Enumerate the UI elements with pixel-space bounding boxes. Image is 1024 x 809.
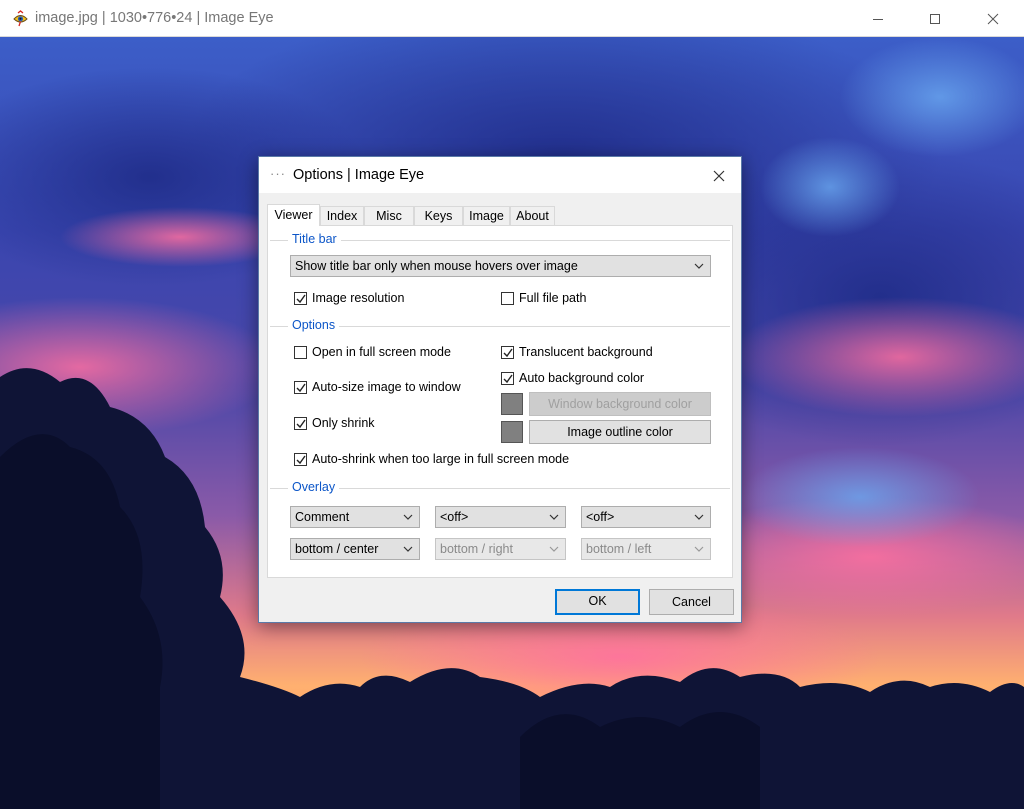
close-window-button[interactable] — [970, 0, 1016, 37]
window-titlebar: image.jpg | 1030•776•24 | Image Eye — [0, 0, 1024, 37]
chevron-down-icon — [549, 546, 559, 552]
window-background-color-swatch — [501, 393, 523, 415]
overlay-position-1-value: bottom / center — [295, 542, 379, 556]
tab-index[interactable]: Index — [320, 206, 364, 225]
viewer-panel: Title bar Show title bar only when mouse… — [267, 225, 733, 578]
overlay-position-2-value: bottom / right — [440, 542, 513, 556]
full-file-path-label: Full file path — [519, 291, 587, 305]
maximize-icon — [930, 13, 940, 24]
dialog-title: Options | Image Eye — [293, 167, 425, 183]
tab-misc[interactable]: Misc — [364, 206, 414, 225]
chevron-down-icon — [694, 263, 704, 269]
tab-image[interactable]: Image — [463, 206, 510, 225]
overlay-field-2-value: <off> — [440, 510, 469, 524]
checkbox-box — [294, 346, 307, 359]
window-background-color-button[interactable]: Window background color — [529, 392, 711, 416]
maximize-button[interactable] — [912, 0, 958, 37]
only-shrink-label: Only shrink — [312, 416, 375, 430]
checkmark-icon — [296, 455, 306, 465]
titlebar-mode-value: Show title bar only when mouse hovers ov… — [295, 259, 578, 273]
checkbox-box — [294, 292, 307, 305]
group-title-titlebar: Title bar — [288, 232, 341, 246]
overlay-field-1-value: Comment — [295, 510, 350, 524]
chevron-down-icon — [694, 546, 704, 552]
checkbox-box — [294, 417, 307, 430]
auto-shrink-full-screen-label: Auto-shrink when too large in full scree… — [312, 452, 570, 466]
checkmark-icon — [296, 294, 306, 304]
chevron-down-icon — [694, 514, 704, 520]
overlay-position-3-select[interactable]: bottom / left — [581, 538, 711, 560]
overlay-field-1-select[interactable]: Comment — [290, 506, 420, 528]
dialog-close-button[interactable] — [703, 163, 735, 189]
checkmark-icon — [296, 419, 306, 429]
tab-about[interactable]: About — [510, 206, 555, 225]
group-title-overlay: Overlay — [288, 480, 340, 494]
checkbox-box — [501, 292, 514, 305]
tab-viewer[interactable]: Viewer — [267, 204, 320, 226]
checkbox-box — [294, 381, 307, 394]
chevron-down-icon — [403, 546, 413, 552]
group-title-options: Options — [288, 318, 340, 332]
overlay-position-3-value: bottom / left — [586, 542, 652, 556]
chevron-down-icon — [403, 514, 413, 520]
checkmark-icon — [296, 383, 306, 393]
checkmark-icon — [503, 374, 513, 384]
chevron-down-icon — [549, 514, 559, 520]
minimize-icon — [873, 18, 883, 20]
auto-size-label: Auto-size image to window — [312, 380, 461, 394]
cancel-button[interactable]: Cancel — [649, 589, 734, 615]
ok-button[interactable]: OK — [555, 589, 640, 615]
checkbox-box — [294, 453, 307, 466]
close-icon — [987, 13, 999, 24]
dialog-titlebar[interactable]: ··· Options | Image Eye — [259, 157, 741, 193]
image-eye-icon — [13, 10, 28, 27]
checkbox-box — [501, 346, 514, 359]
image-resolution-label: Image resolution — [312, 291, 405, 305]
overlay-field-3-value: <off> — [586, 510, 615, 524]
checkbox-box — [501, 372, 514, 385]
titlebar-mode-select[interactable]: Show title bar only when mouse hovers ov… — [290, 255, 711, 277]
minimize-button[interactable] — [855, 0, 901, 37]
image-outline-color-swatch — [501, 421, 523, 443]
overlay-field-2-select[interactable]: <off> — [435, 506, 566, 528]
overlay-position-2-select[interactable]: bottom / right — [435, 538, 566, 560]
translucent-background-label: Translucent background — [519, 345, 653, 359]
overlay-field-3-select[interactable]: <off> — [581, 506, 711, 528]
dialog-menu-icon[interactable]: ··· — [270, 166, 286, 181]
checkmark-icon — [503, 348, 513, 358]
image-outline-color-button[interactable]: Image outline color — [529, 420, 711, 444]
overlay-position-1-select[interactable]: bottom / center — [290, 538, 420, 560]
options-dialog: ··· Options | Image Eye Viewer Index Mis… — [258, 156, 742, 623]
open-full-screen-label: Open in full screen mode — [312, 345, 451, 359]
auto-background-color-label: Auto background color — [519, 371, 645, 385]
close-icon — [713, 170, 725, 182]
tab-keys[interactable]: Keys — [414, 206, 463, 225]
window-title: image.jpg | 1030•776•24 | Image Eye — [35, 10, 274, 26]
